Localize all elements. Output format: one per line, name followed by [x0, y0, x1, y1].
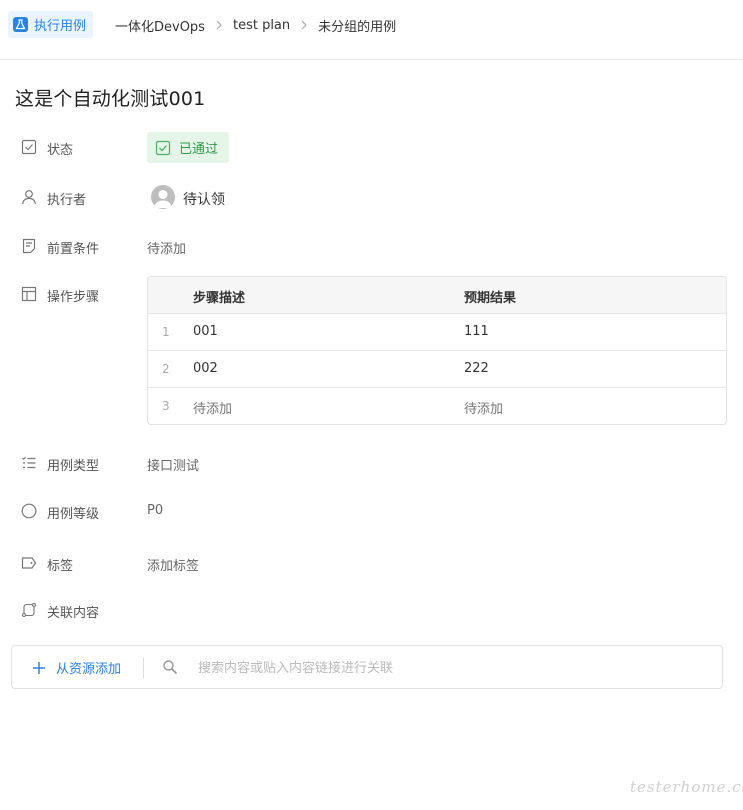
document-icon — [21, 238, 37, 254]
table-row[interactable]: 3 待添加 待添加 — [148, 388, 726, 424]
relation-search-input[interactable] — [198, 656, 698, 680]
case-level-label: 用例等级 — [47, 507, 100, 522]
table-header-row: 步骤描述 预期结果 — [148, 277, 726, 314]
exec-case-tag[interactable]: 执行用例 — [8, 11, 94, 38]
status-value: 已通过 — [179, 142, 219, 157]
column-header-expected: 预期结果 — [464, 291, 517, 306]
executor-value[interactable]: 待认领 — [183, 189, 225, 209]
avatar[interactable] — [151, 185, 175, 209]
check-square-icon — [155, 140, 171, 156]
case-level-value[interactable]: P0 — [147, 503, 163, 518]
related-label: 关联内容 — [47, 606, 100, 621]
breadcrumb-item-group[interactable]: 未分组的用例 — [318, 16, 396, 35]
header: 执行用例 一体化DevOps test plan 未分组的用例 — [0, 0, 743, 60]
step-number: 2 — [162, 362, 170, 376]
steps-label: 操作步骤 — [47, 290, 100, 305]
breadcrumb: 一体化DevOps test plan 未分组的用例 — [115, 14, 396, 36]
chevron-right-icon — [290, 20, 318, 30]
plus-icon — [32, 661, 46, 675]
table-row[interactable]: 2 002 222 — [148, 351, 726, 388]
watermark: testerhome.com — [630, 778, 743, 796]
step-number: 3 — [162, 399, 170, 413]
relation-bar: 从资源添加 — [11, 645, 723, 689]
executor-label: 执行者 — [47, 193, 87, 208]
step-desc[interactable]: 001 — [193, 324, 218, 339]
status-badge[interactable]: 已通过 — [147, 132, 229, 163]
step-desc[interactable]: 待添加 — [193, 398, 232, 417]
tags-label: 标签 — [47, 559, 74, 574]
flask-icon — [13, 17, 28, 32]
step-number: 1 — [162, 325, 170, 339]
breadcrumb-item-plan[interactable]: test plan — [233, 18, 290, 33]
add-tag-link[interactable]: 添加标签 — [147, 555, 199, 574]
step-expected[interactable]: 待添加 — [464, 398, 503, 417]
list-icon — [21, 455, 37, 471]
page-title[interactable]: 这是个自动化测试001 — [15, 84, 205, 111]
case-type-label: 用例类型 — [47, 459, 100, 474]
table-icon — [21, 286, 37, 302]
step-expected[interactable]: 222 — [464, 361, 489, 376]
checkbox-icon — [21, 139, 37, 155]
user-icon — [21, 189, 37, 205]
divider — [143, 658, 144, 678]
link-icon — [21, 602, 37, 618]
add-from-resource-button[interactable]: 从资源添加 — [32, 658, 121, 677]
status-label: 状态 — [47, 143, 74, 158]
precondition-label: 前置条件 — [47, 242, 100, 257]
search-icon — [162, 659, 178, 675]
step-desc[interactable]: 002 — [193, 361, 218, 376]
steps-table: 步骤描述 预期结果 1 001 111 2 002 222 3 待添加 待添加 — [147, 276, 727, 425]
step-expected[interactable]: 111 — [464, 324, 489, 339]
precondition-value[interactable]: 待添加 — [147, 238, 186, 257]
breadcrumb-item-project[interactable]: 一体化DevOps — [115, 16, 205, 35]
table-row[interactable]: 1 001 111 — [148, 314, 726, 351]
add-from-resource-label: 从资源添加 — [56, 662, 122, 677]
column-header-desc: 步骤描述 — [193, 291, 246, 306]
exec-case-label: 执行用例 — [34, 19, 87, 34]
tag-icon — [21, 555, 37, 571]
circle-icon — [21, 503, 37, 519]
chevron-right-icon — [205, 20, 233, 30]
case-type-value[interactable]: 接口测试 — [147, 455, 199, 474]
